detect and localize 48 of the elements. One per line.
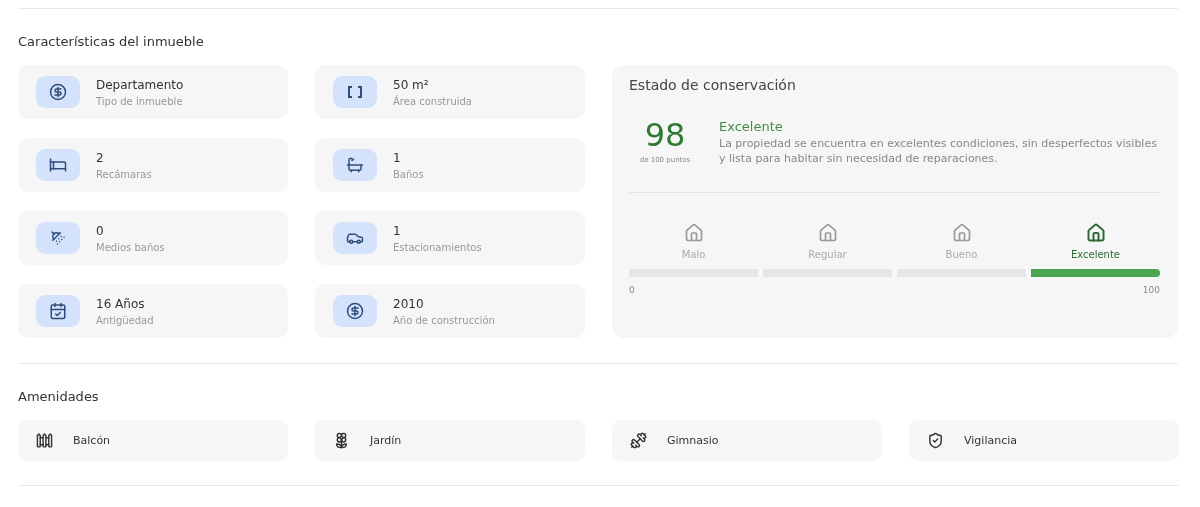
feature-label: Estacionamientos [393, 241, 482, 253]
feature-value: 2 [96, 150, 105, 165]
rating-label: Excelente [719, 119, 784, 134]
feature-value: 0 [96, 223, 105, 238]
house-icon [951, 223, 972, 243]
brackets-icon [333, 76, 377, 108]
rating-description: La propiedad se encuentra en excelentes condiciones, sin desperfectos visibles y lista para habitar sin necesidad de reparaciones. [719, 136, 1158, 166]
scale-max: 100 [1142, 285, 1160, 295]
feature-value: 2010 [393, 296, 425, 311]
feature-value: Departamento [96, 77, 184, 92]
amenity-label: Jardín [370, 434, 402, 447]
level-label: Excelente [1070, 249, 1121, 260]
feature-label: Antigüedad [96, 314, 154, 326]
feature-label: Medios baños [96, 241, 165, 253]
feature-label: Área construida [393, 95, 472, 107]
flower-icon [333, 432, 350, 449]
dollar-icon [333, 295, 377, 327]
feature-value: 1 [393, 150, 402, 165]
bathtub-icon [333, 149, 377, 181]
calendar-icon [36, 295, 80, 327]
card-title: Estado de conservación [629, 77, 797, 93]
score-value: 98 [644, 119, 686, 151]
feature-label: Baños [393, 168, 424, 180]
feature-value: 1 [393, 223, 402, 238]
feature-label: Tipo de inmueble [96, 95, 184, 107]
dollar-icon [36, 76, 80, 108]
shield-icon [927, 432, 944, 449]
section-title: Amenidades [18, 388, 100, 406]
feature-label: Año de construcción [393, 314, 495, 326]
bed-icon [36, 149, 80, 181]
feature-label: Recámaras [96, 168, 152, 180]
dumbbell-icon [630, 432, 647, 449]
amenity-label: Balcón [73, 434, 111, 447]
level-label: Bueno [945, 249, 978, 260]
feature-value: 16 Años [96, 296, 146, 311]
house-icon [1085, 223, 1106, 243]
shower-icon [36, 222, 80, 254]
fence-icon [36, 432, 53, 449]
amenity-label: Gimnasio [667, 434, 719, 447]
section-title: Características del inmueble [18, 33, 205, 51]
amenity-label: Vigilancia [964, 434, 1017, 447]
car-icon [333, 222, 377, 254]
house-icon [817, 223, 838, 243]
house-icon [683, 223, 704, 243]
scale-min: 0 [629, 285, 635, 295]
feature-value: 50 m² [393, 77, 430, 92]
level-label: Malo [681, 249, 706, 260]
level-label: Regular [808, 249, 847, 260]
